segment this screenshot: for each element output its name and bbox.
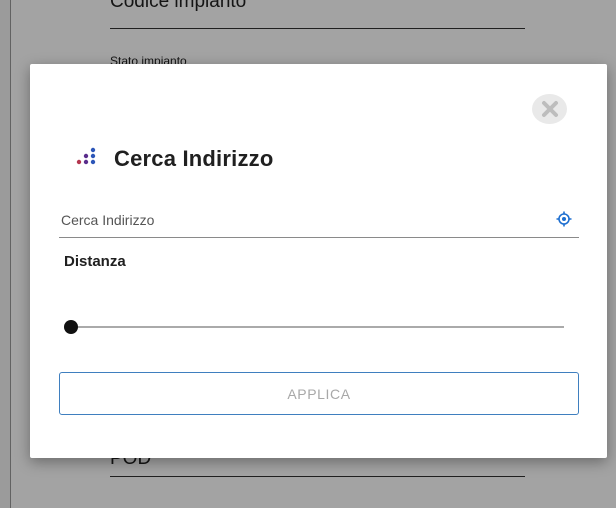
slider-track bbox=[68, 326, 564, 328]
dialog-title: Cerca Indirizzo bbox=[114, 146, 274, 171]
slider-thumb[interactable] bbox=[64, 320, 78, 334]
dialog-header: Cerca Indirizzo bbox=[76, 146, 273, 172]
close-button[interactable] bbox=[532, 94, 567, 124]
address-search-input[interactable] bbox=[59, 207, 543, 233]
close-x-icon bbox=[541, 101, 558, 117]
distance-label: Distanza bbox=[64, 253, 126, 270]
distance-slider[interactable] bbox=[64, 317, 564, 337]
apply-button[interactable]: APPLICA bbox=[59, 372, 579, 415]
address-search-field bbox=[59, 203, 579, 238]
dots-logo-icon bbox=[76, 147, 96, 165]
crosshair-location-icon[interactable] bbox=[555, 210, 573, 228]
search-address-dialog: Cerca Indirizzo Distanza APPLICA bbox=[30, 64, 607, 458]
